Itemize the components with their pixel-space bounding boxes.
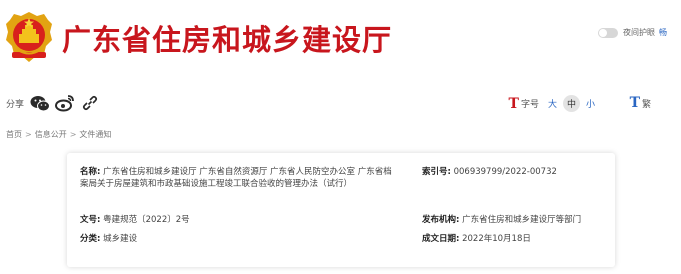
- document-metadata-card: 名称: 广东省住房和城乡建设厅 广东省自然资源厅 广东省人民防空办公室 广东省档…: [67, 153, 615, 267]
- national-emblem-icon: [4, 10, 54, 64]
- document-name-label: 名称:: [80, 167, 101, 177]
- document-name-field: 名称: 广东省住房和城乡建设厅 广东省自然资源厅 广东省人民防空办公室 广东省档…: [80, 166, 400, 190]
- breadcrumb-file-notices[interactable]: 文件通知: [79, 130, 111, 139]
- toggle-switch[interactable]: [598, 27, 618, 38]
- document-name-value: 广东省住房和城乡建设厅 广东省自然资源厅 广东省人民防空办公室 广东省档案局关于…: [80, 167, 392, 189]
- share-bar: 分享: [6, 93, 105, 113]
- document-number-label: 文号:: [80, 215, 101, 225]
- font-size-small[interactable]: 小: [586, 97, 595, 110]
- accessibility-link[interactable]: 畅: [659, 27, 667, 38]
- eye-care-label: 夜间护眼: [623, 28, 655, 37]
- written-date-label: 成文日期:: [422, 234, 460, 244]
- link-icon[interactable]: [80, 93, 100, 113]
- site-title[interactable]: 广东省住房和城乡建设厅: [62, 17, 392, 59]
- index-number-label: 索引号:: [422, 167, 451, 177]
- breadcrumb-info-disclosure[interactable]: 信息公开: [35, 130, 67, 139]
- font-size-large[interactable]: 大: [548, 97, 557, 110]
- share-label: 分享: [6, 99, 25, 110]
- traditional-chinese-label[interactable]: 繁: [642, 97, 651, 110]
- category-label: 分类:: [80, 234, 101, 244]
- index-number-field: 索引号: 006939799/2022-00732: [422, 166, 557, 178]
- breadcrumb-separator: >: [25, 130, 32, 139]
- publisher-value: 广东省住房和城乡建设厅等部门: [462, 215, 582, 225]
- breadcrumb-separator: >: [69, 130, 77, 139]
- font-size-medium[interactable]: 中: [562, 95, 580, 112]
- wechat-icon[interactable]: [30, 93, 51, 113]
- site-header: 广东省住房和城乡建设厅 夜间护眼 畅: [0, 0, 681, 76]
- eye-care-toggle[interactable]: 夜间护眼 畅: [598, 27, 667, 38]
- article-toolbar: 分享 T 字号 大 中 小 T 繁: [0, 92, 681, 116]
- weibo-icon[interactable]: [55, 93, 75, 113]
- document-number-field: 文号: 粤建规范〔2022〕2号: [80, 214, 190, 226]
- written-date-field: 成文日期: 2022年10月18日: [422, 233, 531, 245]
- breadcrumb: 首页 > 信息公开 > 文件通知: [6, 129, 111, 140]
- font-size-label: 字号: [520, 100, 539, 110]
- category-field: 分类: 城乡建设: [80, 233, 137, 245]
- font-size-icon: T: [508, 95, 519, 112]
- font-size-selector: T 字号 大 中 小: [509, 95, 601, 112]
- category-value: 城乡建设: [103, 234, 138, 244]
- written-date-value: 2022年10月18日: [462, 234, 531, 244]
- traditional-chinese-icon: T: [629, 95, 640, 111]
- index-number-value: 006939799/2022-00732: [453, 167, 557, 177]
- document-number-value: 粤建规范〔2022〕2号: [103, 215, 190, 225]
- publisher-field: 发布机构: 广东省住房和城乡建设厅等部门: [422, 214, 581, 226]
- breadcrumb-home[interactable]: 首页: [6, 130, 22, 139]
- publisher-label: 发布机构:: [422, 215, 460, 225]
- traditional-chinese-toggle[interactable]: T 繁: [630, 95, 651, 111]
